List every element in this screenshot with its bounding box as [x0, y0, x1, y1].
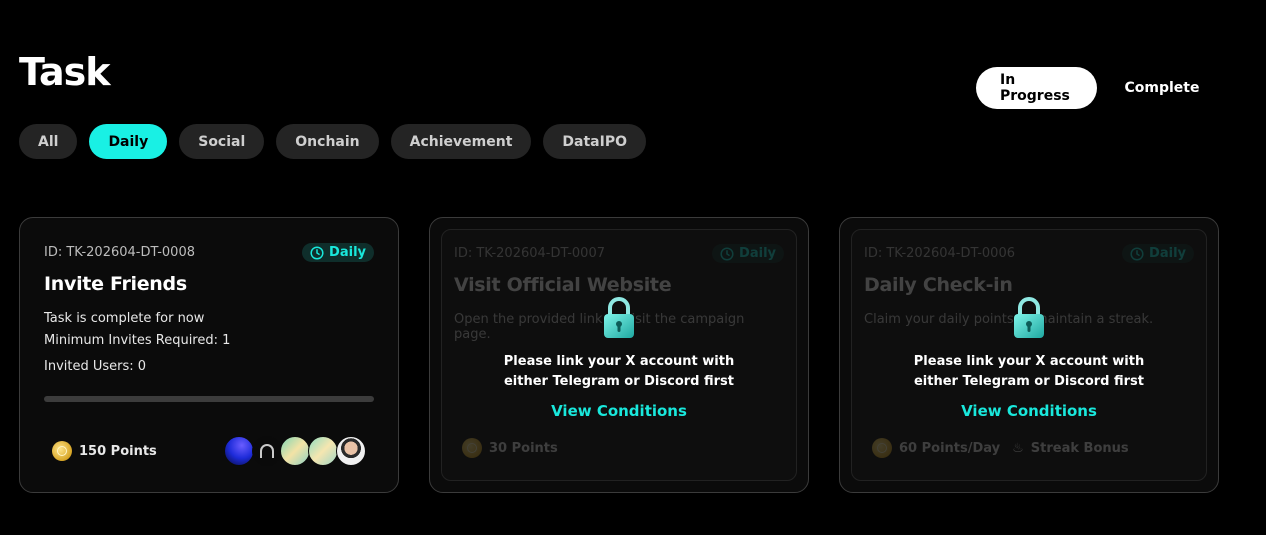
lock-overlay: Please link your X account with either T…	[852, 296, 1206, 420]
task-title: Visit Official Website	[454, 274, 672, 296]
coin-icon	[52, 441, 72, 461]
invited-avatars	[224, 436, 366, 466]
badge-label: Daily	[329, 245, 366, 260]
task-card-visit-website: ID: TK-202604-DT-0007 Daily Visit Offici…	[429, 217, 809, 493]
task-title: Daily Check-in	[864, 274, 1013, 296]
task-card-invite-friends[interactable]: ID: TK-202604-DT-0008 Daily Invite Frien…	[19, 217, 399, 493]
avatar	[252, 436, 282, 466]
status-toggle: In Progress Complete	[976, 67, 1227, 109]
page-title: Task	[19, 50, 111, 94]
points-label: 150 Points	[79, 443, 157, 459]
task-status-line: Task is complete for now	[44, 311, 205, 326]
progress-bar	[44, 396, 374, 402]
lock-overlay: Please link your X account with either T…	[442, 296, 796, 420]
lock-icon	[604, 297, 634, 338]
filter-dataipo[interactable]: DataIPO	[543, 124, 646, 159]
locked-panel: ID: TK-202604-DT-0007 Daily Visit Offici…	[441, 229, 797, 481]
badge-label: Daily	[1149, 246, 1186, 261]
clock-icon	[1130, 246, 1144, 261]
flame-icon: ♨	[1012, 440, 1024, 456]
coin-icon	[872, 438, 892, 458]
task-points: 30 Points	[462, 438, 558, 458]
badge-label: Daily	[739, 246, 776, 261]
filter-onchain[interactable]: Onchain	[276, 124, 379, 159]
clock-icon	[310, 245, 324, 260]
task-points: 60 Points/Day ♨ Streak Bonus	[872, 438, 1129, 458]
frequency-badge: Daily	[302, 243, 374, 262]
task-id: ID: TK-202604-DT-0006	[864, 246, 1015, 261]
invited-users: Invited Users: 0	[44, 359, 147, 374]
tab-complete[interactable]: Complete	[1097, 67, 1227, 109]
filter-all[interactable]: All	[19, 124, 78, 159]
points-label: 60 Points/Day	[899, 440, 1001, 456]
filter-social[interactable]: Social	[179, 124, 265, 159]
min-invites: Minimum Invites Required: 1	[44, 333, 231, 348]
filter-daily[interactable]: Daily	[89, 124, 168, 159]
locked-panel: ID: TK-202604-DT-0006 Daily Daily Check-…	[851, 229, 1207, 481]
frequency-badge: Daily	[1122, 244, 1194, 263]
task-points: 150 Points	[52, 441, 157, 461]
category-filters: All Daily Social Onchain Achievement Dat…	[19, 124, 646, 159]
lock-message: Please link your X account with either T…	[503, 354, 735, 389]
lock-message: Please link your X account with either T…	[913, 354, 1145, 389]
lock-icon	[1014, 297, 1044, 338]
frequency-badge: Daily	[712, 244, 784, 263]
view-conditions-link[interactable]: View Conditions	[551, 402, 687, 420]
tab-in-progress[interactable]: In Progress	[976, 67, 1097, 109]
avatar	[308, 436, 338, 466]
clock-icon	[720, 246, 734, 261]
task-id: ID: TK-202604-DT-0008	[44, 245, 195, 260]
points-label: 30 Points	[489, 440, 558, 456]
filter-achievement[interactable]: Achievement	[390, 124, 532, 159]
view-conditions-link[interactable]: View Conditions	[961, 402, 1097, 420]
task-id: ID: TK-202604-DT-0007	[454, 246, 605, 261]
streak-label: Streak Bonus	[1030, 440, 1129, 456]
avatar	[336, 436, 366, 466]
task-page: Task In Progress Complete All Daily Soci…	[0, 0, 1266, 535]
avatar	[280, 436, 310, 466]
task-card-daily-checkin: ID: TK-202604-DT-0006 Daily Daily Check-…	[839, 217, 1219, 493]
task-title: Invite Friends	[44, 273, 187, 295]
avatar	[224, 436, 254, 466]
coin-icon	[462, 438, 482, 458]
